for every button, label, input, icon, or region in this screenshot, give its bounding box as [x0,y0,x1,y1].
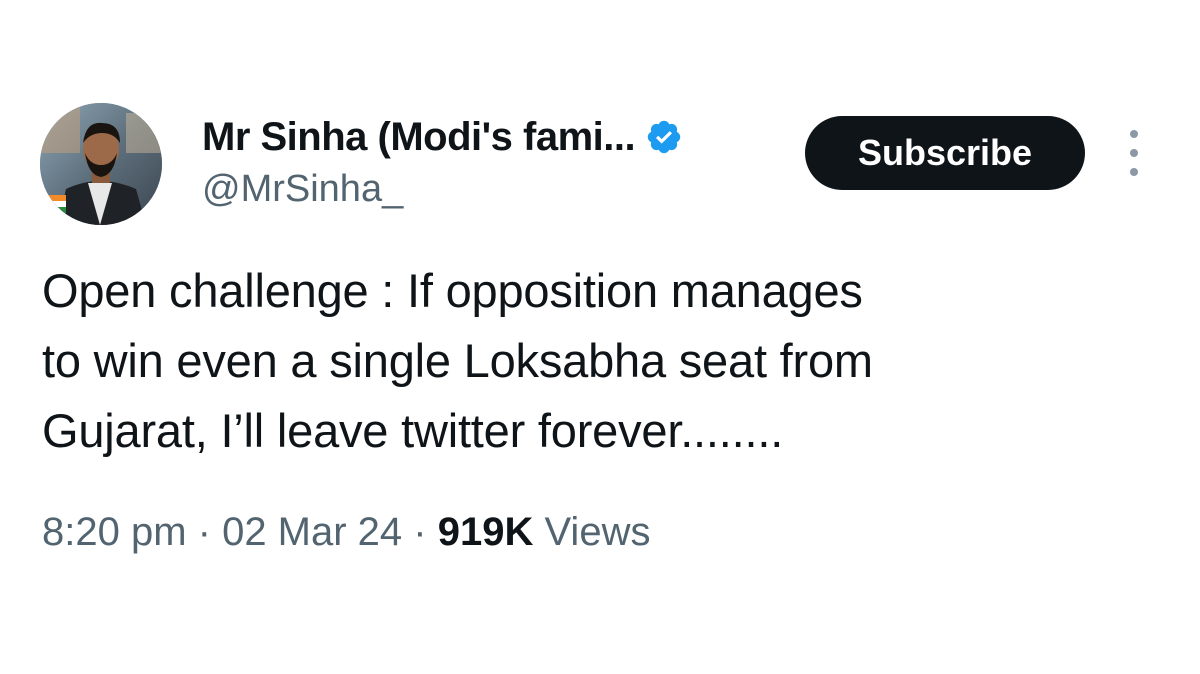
tweet-date[interactable]: 02 Mar 24 [222,510,402,554]
more-dot [1130,130,1138,138]
author-name-row: Mr Sinha (Modi's fami... [202,112,683,162]
verified-badge-icon[interactable] [645,118,683,156]
subscribe-button[interactable]: Subscribe [805,116,1085,190]
meta-separator: · [402,510,438,554]
author-display-name[interactable]: Mr Sinha (Modi's fami... [202,115,636,160]
more-dot [1130,168,1138,176]
avatar-image [40,103,162,225]
meta-separator: · [186,510,223,554]
tweet-time[interactable]: 8:20 pm [42,510,187,554]
author-avatar[interactable] [40,103,162,225]
tweet-card: Mr Sinha (Modi's fami... @MrSinha_ Subsc… [0,0,1200,674]
tweet-text: Open challenge : If opposition manages t… [42,264,873,457]
more-dot [1130,149,1138,157]
author-handle[interactable]: @MrSinha_ [202,168,403,211]
more-vertical-icon[interactable] [1120,130,1148,176]
views-count[interactable]: 919K [438,510,534,554]
views-label: Views [533,510,651,554]
tweet-meta: 8:20 pm · 02 Mar 24 · 919K Views [42,510,650,555]
